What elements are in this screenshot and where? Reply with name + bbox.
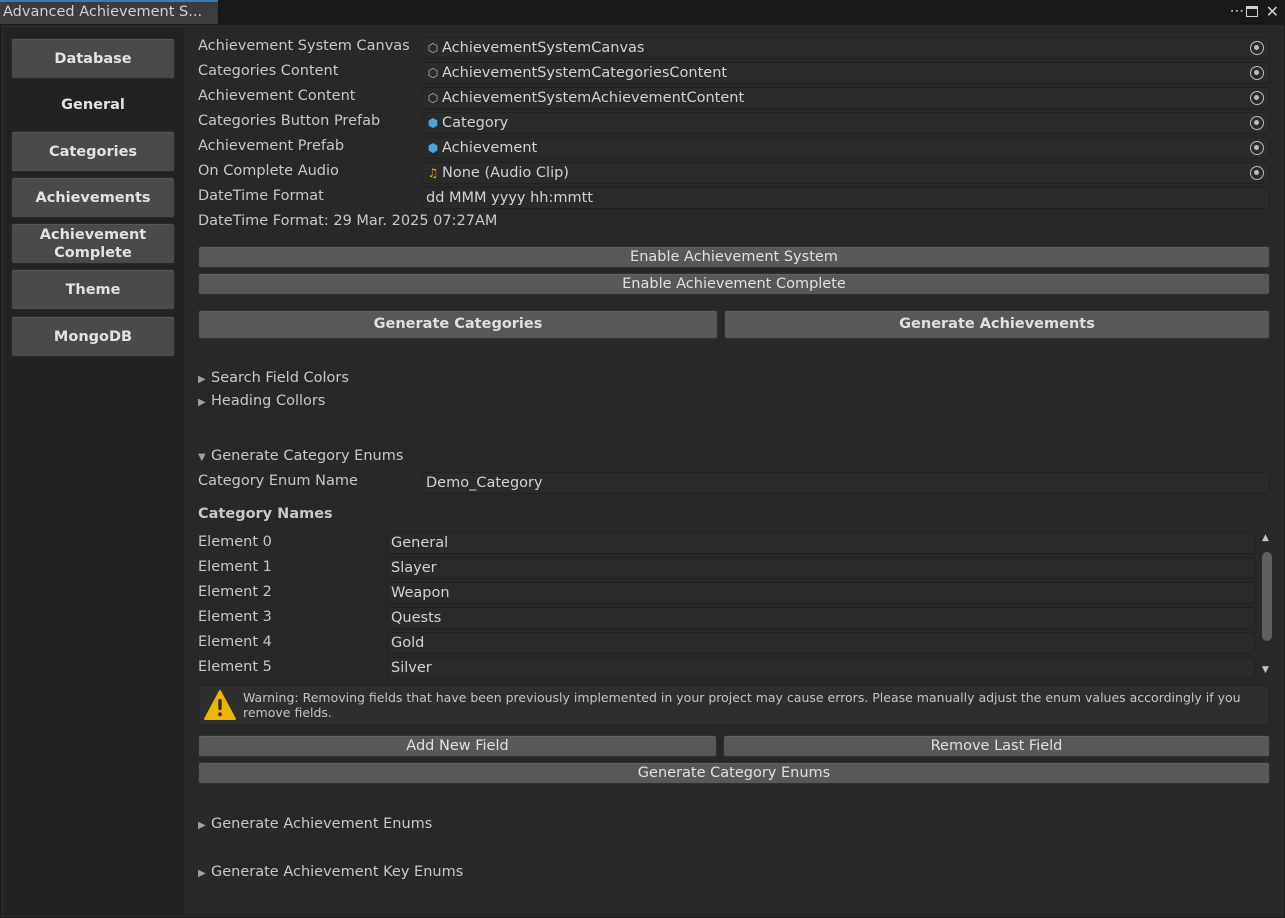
gameobject-icon: ⬡: [427, 66, 439, 80]
prefab-icon: ⬢: [427, 116, 439, 130]
foldout-label: Generate Achievement Key Enums: [211, 864, 464, 880]
datetime-format-preview: DateTime Format: 29 Mar. 2025 07:27AM: [198, 213, 498, 229]
object-picker-icon[interactable]: [1250, 116, 1264, 130]
field-value: None (Audio Clip): [442, 165, 569, 181]
category-names-title: Category Names: [198, 506, 333, 522]
element-input[interactable]: Silver: [387, 657, 1255, 679]
element-label: Element 1: [198, 559, 272, 575]
close-icon[interactable]: ✕: [1266, 2, 1279, 21]
element-label: Element 2: [198, 584, 272, 600]
window-titlebar: Advanced Achievement S... ⋮ ✕: [0, 0, 1285, 24]
object-picker-icon[interactable]: [1250, 91, 1264, 105]
gameobject-icon: ⬡: [427, 41, 439, 55]
sidebar: Database General Categories Achievements…: [4, 28, 184, 916]
sidebar-item-achievement-complete[interactable]: Achievement Complete: [11, 223, 175, 264]
sidebar-item-achievements[interactable]: Achievements: [11, 177, 175, 218]
element-label: Element 0: [198, 534, 272, 550]
field-label: Achievement System Canvas: [198, 38, 410, 54]
enable-achievement-complete-button[interactable]: Enable Achievement Complete: [198, 273, 1270, 295]
search-field-colors-foldout[interactable]: ▶ Search Field Colors: [198, 370, 349, 386]
generate-categories-button[interactable]: Generate Categories: [198, 310, 718, 339]
field-value: Achievement: [442, 140, 538, 156]
categories-button-prefab-field[interactable]: ⬢ Category: [422, 112, 1270, 134]
element-input[interactable]: Slayer: [387, 557, 1255, 579]
foldout-label: Heading Collors: [211, 393, 326, 409]
category-enum-name-label: Category Enum Name: [198, 473, 358, 489]
scroll-down-icon[interactable]: ▼: [1262, 665, 1269, 675]
generate-category-enums-button[interactable]: Generate Category Enums: [198, 762, 1270, 784]
remove-last-field-button[interactable]: Remove Last Field: [723, 735, 1270, 757]
scroll-up-icon[interactable]: ▲: [1262, 533, 1269, 543]
field-value: AchievementSystemCategoriesContent: [442, 65, 728, 81]
element-input[interactable]: Weapon: [387, 582, 1255, 604]
generate-category-enums-foldout[interactable]: ▼ Generate Category Enums: [198, 448, 403, 464]
generate-achievement-enums-foldout[interactable]: ▶ Generate Achievement Enums: [198, 816, 432, 832]
sidebar-item-theme[interactable]: Theme: [11, 269, 175, 310]
chevron-right-icon: ▶: [198, 374, 206, 385]
field-value: Category: [442, 115, 509, 131]
achievement-prefab-field[interactable]: ⬢ Achievement: [422, 137, 1270, 159]
field-label: Achievement Prefab: [198, 138, 345, 154]
editor-window: Database General Categories Achievements…: [0, 24, 1285, 918]
scrollbar-thumb[interactable]: [1262, 552, 1272, 641]
heading-colors-foldout[interactable]: ▶ Heading Collors: [198, 393, 325, 409]
warning-box: Warning: Removing fields that have been …: [198, 685, 1270, 725]
chevron-right-icon: ▶: [198, 820, 206, 831]
warning-icon: [204, 690, 236, 720]
sidebar-item-categories[interactable]: Categories: [11, 131, 175, 172]
warning-text: Warning: Removing fields that have been …: [243, 690, 1241, 720]
achievement-system-canvas-field[interactable]: ⬡ AchievementSystemCanvas: [422, 37, 1270, 59]
field-label: Categories Button Prefab: [198, 113, 381, 129]
object-picker-icon[interactable]: [1250, 166, 1264, 180]
achievement-content-field[interactable]: ⬡ AchievementSystemAchievementContent: [422, 87, 1270, 109]
gameobject-icon: ⬡: [427, 91, 439, 105]
element-input[interactable]: General: [387, 532, 1255, 554]
field-label: Categories Content: [198, 63, 339, 79]
list-scrollbar[interactable]: ▲ ▼: [1260, 533, 1274, 675]
window-tab[interactable]: Advanced Achievement S...: [0, 0, 218, 24]
add-new-field-button[interactable]: Add New Field: [198, 735, 717, 757]
datetime-format-label: DateTime Format: [198, 188, 324, 204]
field-label: Achievement Content: [198, 88, 356, 104]
object-picker-icon[interactable]: [1250, 41, 1264, 55]
window-controls: ⋮ ✕: [1229, 0, 1279, 22]
chevron-right-icon: ▶: [198, 397, 206, 408]
chevron-down-icon: ▼: [198, 452, 206, 463]
object-picker-icon[interactable]: [1250, 66, 1264, 80]
on-complete-audio-field[interactable]: ♫ None (Audio Clip): [422, 162, 1270, 184]
field-label: On Complete Audio: [198, 163, 339, 179]
element-label: Element 3: [198, 609, 272, 625]
foldout-label: Generate Category Enums: [211, 448, 404, 464]
prefab-icon: ⬢: [427, 141, 439, 155]
field-value: AchievementSystemCanvas: [442, 40, 645, 56]
generate-achievements-button[interactable]: Generate Achievements: [724, 310, 1270, 339]
element-label: Element 4: [198, 634, 272, 650]
foldout-label: Generate Achievement Enums: [211, 816, 433, 832]
sidebar-item-general[interactable]: General: [11, 84, 175, 125]
sidebar-item-mongodb[interactable]: MongoDB: [11, 316, 175, 357]
foldout-label: Search Field Colors: [211, 370, 349, 386]
sidebar-item-database[interactable]: Database: [11, 38, 175, 79]
audio-clip-icon: ♫: [427, 166, 439, 180]
element-input[interactable]: Quests: [387, 607, 1255, 629]
element-label: Element 5: [198, 659, 272, 675]
datetime-format-input[interactable]: dd MMM yyyy hh:mmtt: [422, 187, 1270, 209]
inspector-panel: Achievement System Canvas ⬡ AchievementSy…: [189, 28, 1282, 916]
field-value: AchievementSystemAchievementContent: [442, 90, 745, 106]
generate-achievement-key-enums-foldout[interactable]: ▶ Generate Achievement Key Enums: [198, 864, 463, 880]
chevron-right-icon: ▶: [198, 868, 206, 879]
maximize-icon[interactable]: [1245, 5, 1258, 17]
category-enum-name-input[interactable]: Demo_Category: [422, 472, 1270, 494]
kebab-menu-icon[interactable]: ⋮: [1229, 4, 1245, 18]
enable-achievement-system-button[interactable]: Enable Achievement System: [198, 246, 1270, 268]
categories-content-field[interactable]: ⬡ AchievementSystemCategoriesContent: [422, 62, 1270, 84]
element-input[interactable]: Gold: [387, 632, 1255, 654]
object-picker-icon[interactable]: [1250, 141, 1264, 155]
